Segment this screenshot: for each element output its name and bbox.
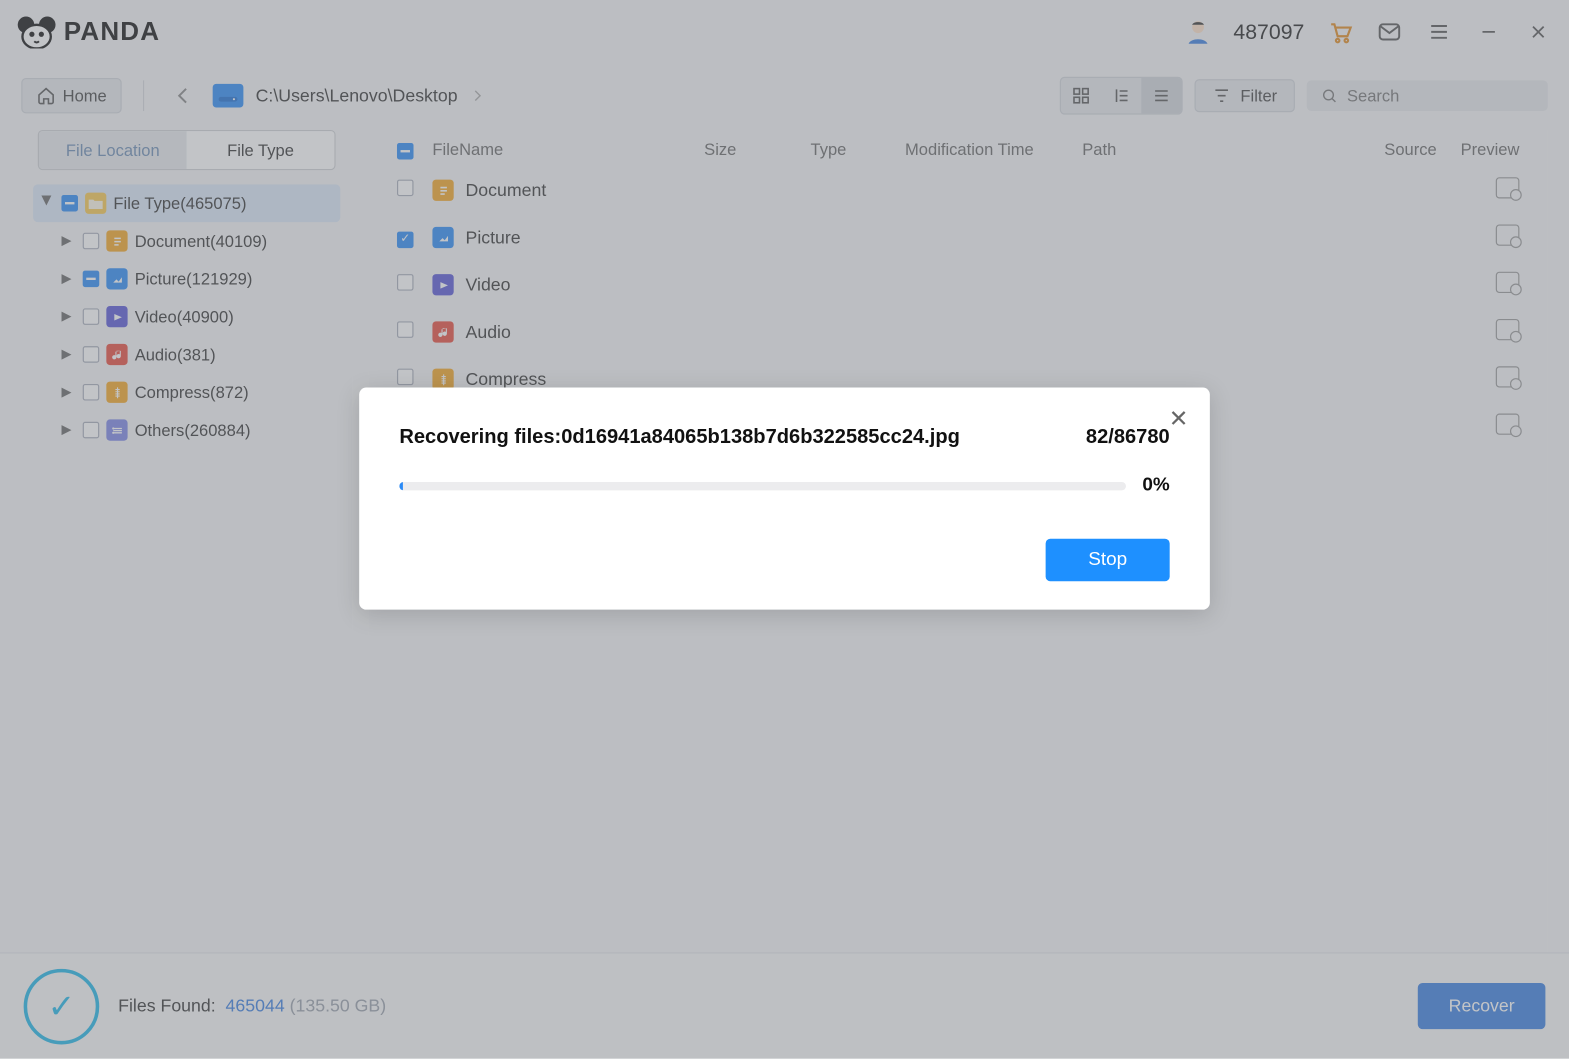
modal-title: Recovering files:0d16941a84065b138b7d6b3… <box>399 425 960 449</box>
stop-button[interactable]: Stop <box>1046 539 1170 582</box>
recovery-modal: ✕ Recovering files:0d16941a84065b138b7d6… <box>359 388 1210 610</box>
progress-bar <box>399 481 1125 489</box>
modal-close-button[interactable]: ✕ <box>1169 404 1189 434</box>
modal-progress-count: 82/86780 <box>1086 425 1170 449</box>
progress-percent: 0% <box>1142 475 1169 496</box>
modal-overlay: ✕ Recovering files:0d16941a84065b138b7d6… <box>0 0 1569 1059</box>
